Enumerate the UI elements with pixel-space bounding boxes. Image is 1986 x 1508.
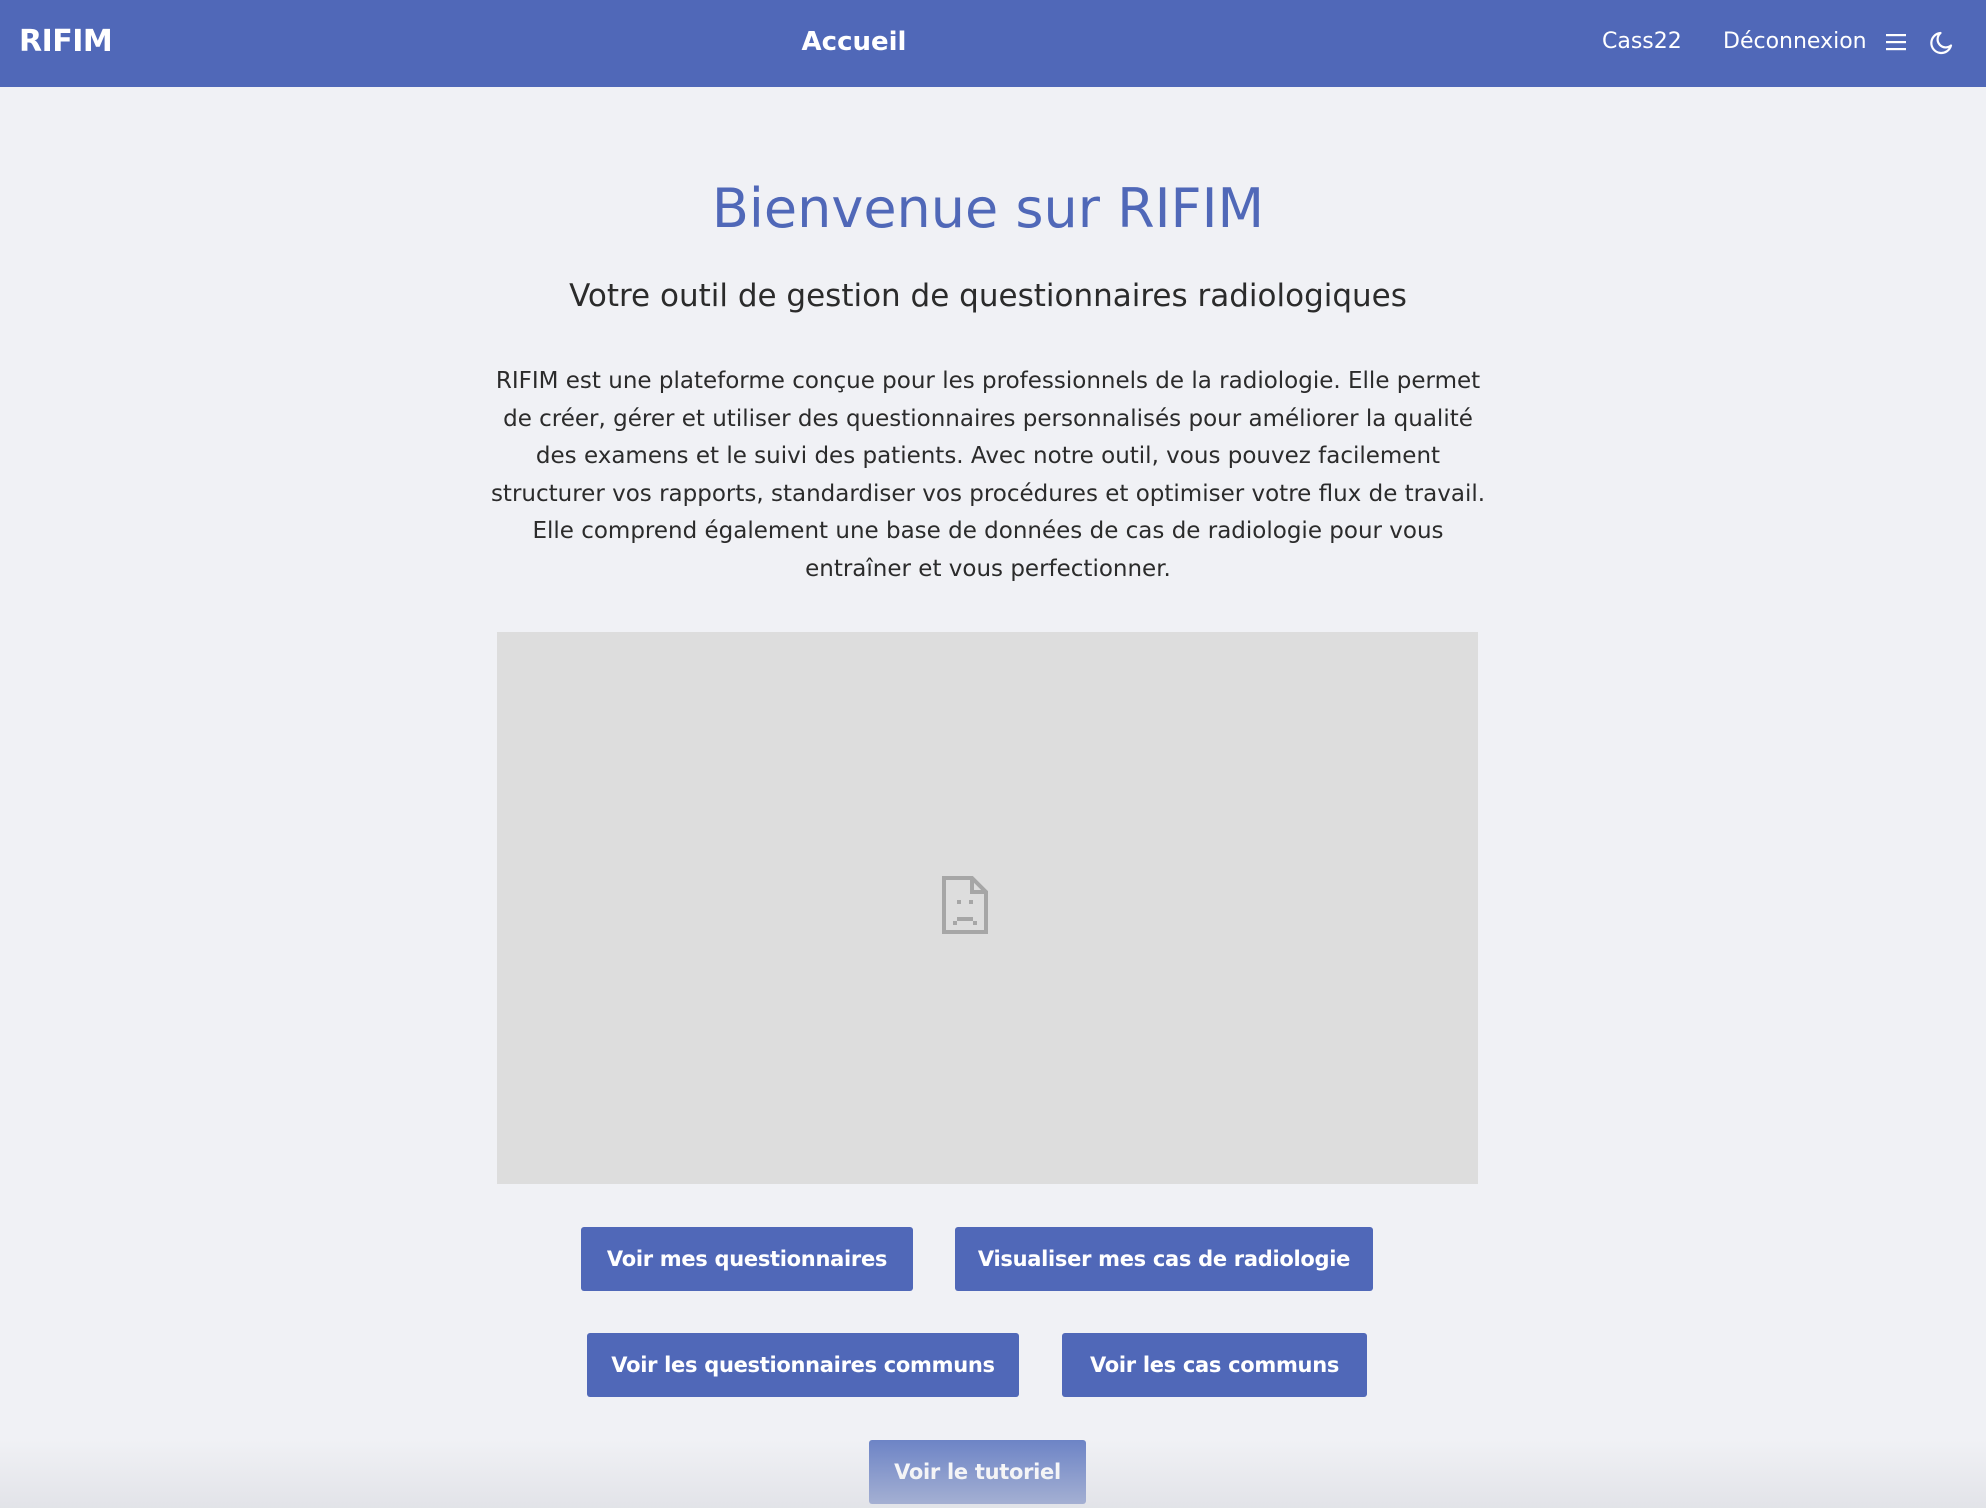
top-navbar: RIFIM Accueil Cass22 Déconnexion	[0, 0, 1986, 87]
welcome-subtitle: Votre outil de gestion de questionnaires…	[569, 278, 1407, 314]
intro-paragraph: RIFIM est une plateforme conçue pour les…	[490, 368, 1486, 582]
tutorial-button[interactable]: Voir le tutoriel	[869, 1440, 1086, 1504]
user-name-link[interactable]: Cass22	[1602, 22, 1682, 62]
common-questionnaires-button[interactable]: Voir les questionnaires communs	[587, 1333, 1019, 1397]
page-title: Accueil	[801, 27, 907, 57]
broken-document-icon	[942, 876, 988, 934]
my-questionnaires-button[interactable]: Voir mes questionnaires	[581, 1227, 913, 1291]
welcome-heading: Bienvenue sur RIFIM	[711, 177, 1265, 240]
my-radiology-cases-button[interactable]: Visualiser mes cas de radiologie	[955, 1227, 1373, 1291]
hamburger-menu-icon[interactable]	[1884, 30, 1910, 54]
logout-link[interactable]: Déconnexion	[1723, 22, 1867, 62]
common-cases-button[interactable]: Voir les cas communs	[1062, 1333, 1367, 1397]
moon-icon[interactable]	[1929, 28, 1957, 56]
video-embed-placeholder[interactable]	[497, 632, 1478, 1184]
